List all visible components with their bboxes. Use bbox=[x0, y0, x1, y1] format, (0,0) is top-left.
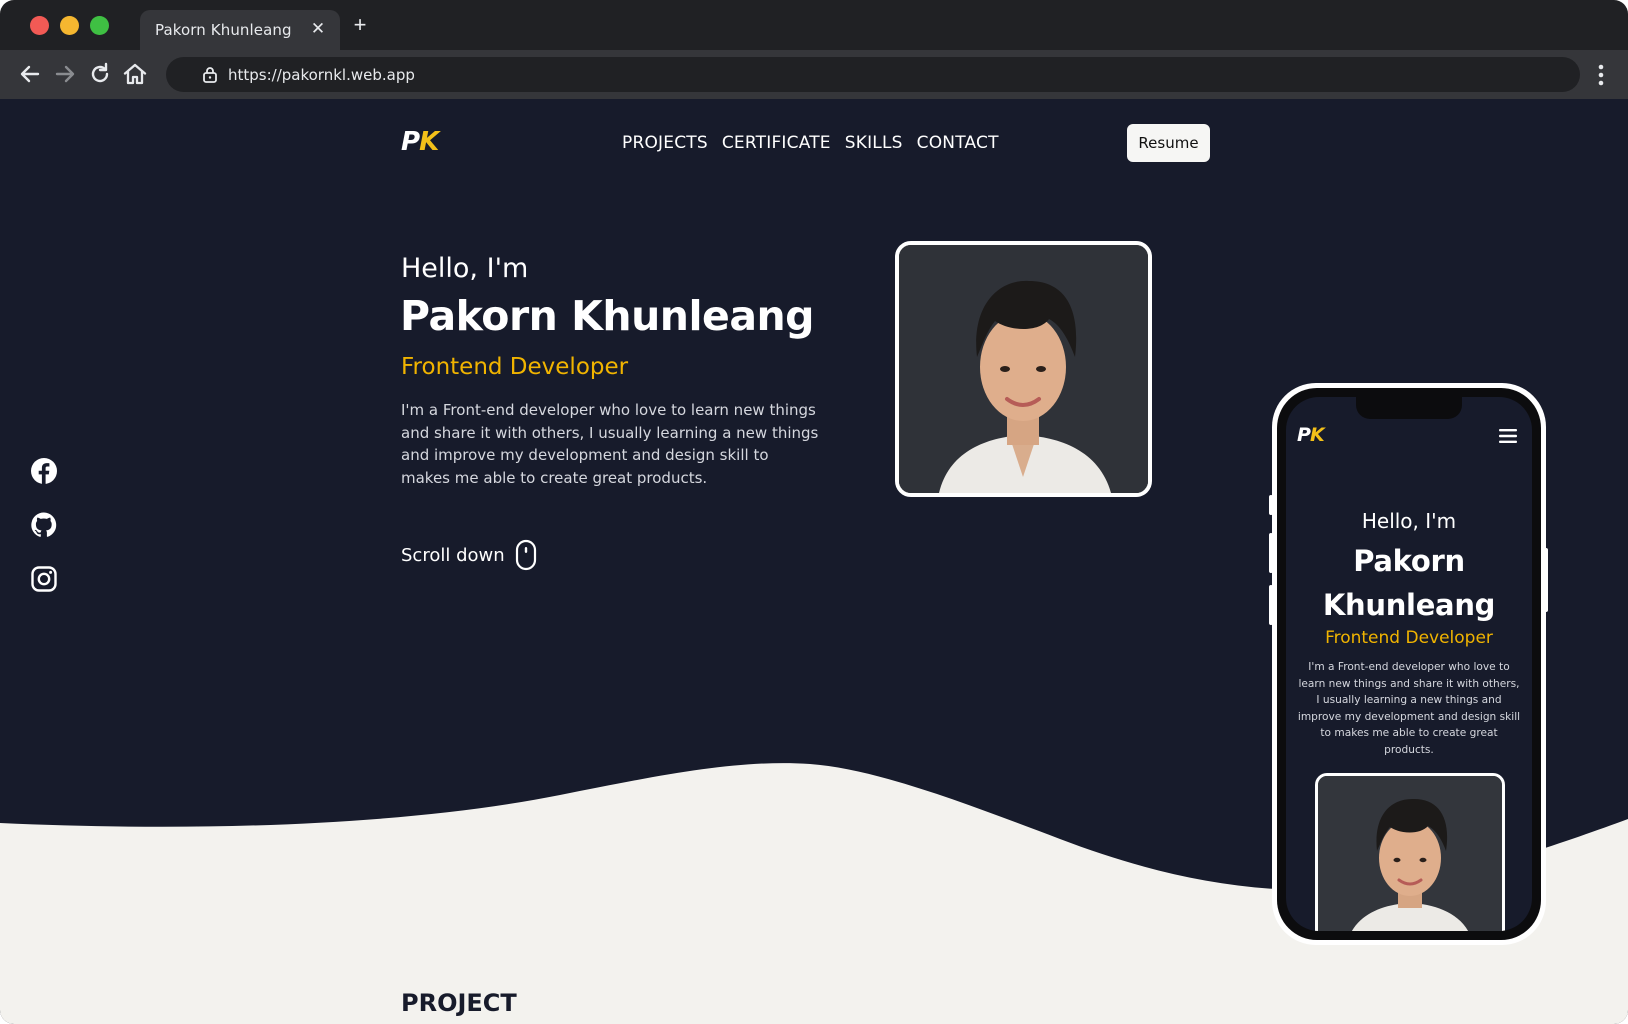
github-icon[interactable] bbox=[30, 511, 58, 539]
browser-tab[interactable]: Pakorn Khunleang ✕ bbox=[140, 10, 340, 50]
lock-icon bbox=[203, 67, 217, 83]
mouse-icon bbox=[515, 539, 536, 571]
phone-side-button bbox=[1269, 533, 1273, 573]
phone-portrait-image bbox=[1318, 776, 1502, 931]
resume-button[interactable]: Resume bbox=[1127, 124, 1210, 162]
phone-logo-letter-p: P bbox=[1297, 424, 1311, 446]
minimize-window-button[interactable] bbox=[60, 16, 79, 35]
new-tab-icon[interactable]: + bbox=[349, 14, 371, 36]
phone-side-button bbox=[1269, 585, 1273, 625]
hero-role: Frontend Developer bbox=[401, 354, 629, 380]
logo-letter-k: K bbox=[419, 127, 439, 157]
title-bar: Pakorn Khunleang ✕ + bbox=[0, 0, 1628, 50]
instagram-icon[interactable] bbox=[30, 565, 58, 593]
close-window-button[interactable] bbox=[30, 16, 49, 35]
browser-window: Pakorn Khunleang ✕ + https://pakornkl.we… bbox=[0, 0, 1628, 1024]
address-bar[interactable]: https://pakornkl.web.app bbox=[166, 57, 1580, 92]
hero-name: Pakorn Khunleang bbox=[400, 292, 815, 340]
phone-notch bbox=[1356, 397, 1462, 419]
phone-bezel: PK Hello, I'm Pakorn Khunleang Frontend … bbox=[1277, 388, 1541, 940]
tab-close-icon[interactable]: ✕ bbox=[308, 19, 328, 39]
phone-site-logo[interactable]: PK bbox=[1297, 424, 1325, 446]
nav-projects[interactable]: PROJECTS bbox=[622, 133, 708, 153]
tab-title: Pakorn Khunleang bbox=[155, 21, 292, 39]
profile-photo bbox=[895, 241, 1152, 497]
nav-certificate[interactable]: CERTIFICATE bbox=[722, 133, 831, 153]
reload-icon[interactable] bbox=[87, 61, 113, 87]
facebook-icon[interactable] bbox=[30, 457, 58, 485]
greeting-text: Hello, I'm bbox=[401, 253, 529, 284]
section-heading-project: PROJECT bbox=[401, 989, 517, 1017]
logo-letter-p: P bbox=[401, 127, 420, 157]
phone-hero-name: Pakorn Khunleang bbox=[1322, 544, 1496, 622]
browser-toolbar: https://pakornkl.web.app bbox=[0, 50, 1628, 99]
phone-screen: PK Hello, I'm Pakorn Khunleang Frontend … bbox=[1286, 397, 1532, 931]
phone-side-button bbox=[1544, 548, 1548, 612]
phone-side-button bbox=[1269, 495, 1273, 515]
page-viewport: PK PROJECTS CERTIFICATE SKILLS CONTACT R… bbox=[0, 99, 1628, 1024]
scroll-down-link[interactable]: Scroll down bbox=[401, 539, 537, 571]
home-icon[interactable] bbox=[122, 61, 148, 87]
main-nav: PROJECTS CERTIFICATE SKILLS CONTACT bbox=[622, 133, 999, 153]
forward-icon[interactable] bbox=[52, 61, 78, 87]
url-text: https://pakornkl.web.app bbox=[228, 66, 415, 84]
phone-logo-letter-k: K bbox=[1309, 424, 1325, 446]
site-logo[interactable]: PK bbox=[401, 127, 439, 157]
scroll-down-label: Scroll down bbox=[401, 544, 505, 566]
phone-mockup: PK Hello, I'm Pakorn Khunleang Frontend … bbox=[1269, 383, 1548, 945]
nav-skills[interactable]: SKILLS bbox=[845, 133, 903, 153]
more-menu-icon[interactable] bbox=[1596, 62, 1606, 88]
phone-hero-bio: I'm a Front-end developer who love to le… bbox=[1297, 661, 1521, 756]
phone-profile-photo bbox=[1315, 773, 1505, 931]
phone-greeting-text: Hello, I'm bbox=[1361, 509, 1457, 533]
portrait-image bbox=[899, 245, 1148, 493]
maximize-window-button[interactable] bbox=[90, 16, 109, 35]
hero-bio: I'm a Front-end developer who love to le… bbox=[401, 401, 819, 487]
hamburger-icon[interactable] bbox=[1499, 429, 1517, 443]
back-icon[interactable] bbox=[17, 61, 43, 87]
phone-hero-role: Frontend Developer bbox=[1325, 628, 1493, 648]
nav-contact[interactable]: CONTACT bbox=[917, 133, 999, 153]
